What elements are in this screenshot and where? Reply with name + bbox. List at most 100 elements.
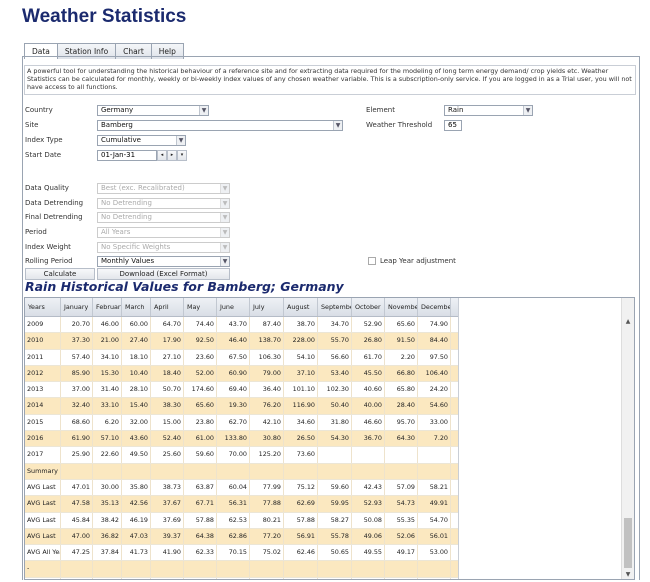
results-title: Rain Historical Values for Bamberg; Germ… [25, 279, 344, 294]
final-detrending-label: Final Detrending [25, 213, 83, 221]
value-cell: 56.60 [318, 349, 352, 365]
scroll-up-icon[interactable]: ▲ [622, 316, 634, 328]
period-select[interactable]: All Years ▼ [97, 227, 230, 238]
value-cell: 49.55 [352, 545, 385, 561]
value-cell: 77.20 [250, 528, 284, 545]
value-cell: 57.10 [93, 431, 122, 447]
date-picker-button[interactable]: ▾ [177, 150, 187, 161]
vertical-scrollbar[interactable]: ▲ ▼ [621, 298, 634, 579]
final-detrending-select[interactable]: No Detrending ▼ [97, 212, 230, 223]
value-cell: 62.69 [284, 496, 318, 512]
column-header[interactable]: Years [25, 298, 61, 316]
column-header[interactable]: November [385, 298, 418, 316]
value-cell: 57.88 [184, 512, 217, 528]
value-cell: 25.90 [61, 447, 93, 463]
value-cell: 38.73 [151, 479, 184, 496]
row-label-cell: Summary [25, 463, 61, 479]
scroll-down-icon[interactable]: ▼ [622, 569, 634, 579]
value-cell: 106.40 [418, 365, 451, 382]
value-cell: 61.65 [284, 577, 318, 579]
value-cell: 40.60 [352, 382, 385, 398]
data-quality-select[interactable]: Best (exc. Recalibrated) ▼ [97, 183, 230, 194]
value-cell: 38.70 [284, 317, 318, 333]
rolling-period-select[interactable]: Monthly Values ▼ [97, 256, 230, 267]
column-header[interactable]: May [184, 298, 217, 316]
value-cell: 80.21 [250, 512, 284, 528]
threshold-input[interactable]: 65 [444, 120, 462, 131]
row-label-cell: AVG Last [25, 496, 61, 512]
date-prev-button[interactable]: ◂ [157, 150, 167, 161]
value-cell: 50.08 [352, 512, 385, 528]
chevron-down-icon: ▼ [220, 199, 229, 208]
value-cell: 21.40 [318, 577, 352, 579]
value-cell [151, 463, 184, 479]
column-header[interactable]: February [93, 298, 122, 316]
index-type-select[interactable]: Cumulative ▼ [97, 135, 186, 146]
table-row: StDev Last20.7414.7120.4821.6146.3331.47… [25, 577, 458, 579]
data-detrending-select[interactable]: No Detrending ▼ [97, 198, 230, 209]
row-label-cell: 2015 [25, 414, 61, 431]
value-cell: 31.47 [217, 577, 250, 579]
value-cell [352, 561, 385, 577]
value-cell: 73.60 [284, 447, 318, 463]
value-cell: 74.90 [418, 317, 451, 333]
table-row: AVG Last 45.84 38.42 46.19 37.69 57.88 62.53 80… [25, 512, 458, 529]
value-cell: 68.60 [61, 414, 93, 431]
value-cell [250, 463, 284, 479]
column-header[interactable]: December [418, 298, 451, 316]
value-cell: 46.00 [93, 317, 122, 333]
value-cell: 25.60 [151, 447, 184, 463]
value-cell: 84.40 [418, 333, 451, 349]
value-cell: 18.40 [151, 365, 184, 382]
value-cell [61, 463, 93, 479]
value-cell: 20.74 [61, 577, 93, 579]
column-header[interactable]: August [284, 298, 318, 316]
value-cell: 15.00 [151, 414, 184, 431]
chevron-down-icon: ▼ [220, 213, 229, 222]
date-next-button[interactable]: ▸ [167, 150, 177, 161]
value-cell: 31.40 [93, 382, 122, 398]
scroll-thumb[interactable] [624, 518, 632, 568]
column-header[interactable]: March [122, 298, 151, 316]
value-cell: 53.40 [318, 365, 352, 382]
data-quality-value: Best (exc. Recalibrated) [101, 184, 185, 192]
value-cell: 65.80 [385, 382, 418, 398]
element-select[interactable]: Rain ▼ [444, 105, 533, 116]
column-header[interactable]: October [352, 298, 385, 316]
country-value: Germany [101, 106, 134, 114]
value-cell [385, 561, 418, 577]
value-cell: 59.60 [184, 447, 217, 463]
value-cell: 41.90 [151, 545, 184, 561]
column-header[interactable]: July [250, 298, 284, 316]
value-cell: 37.67 [151, 496, 184, 512]
value-cell [318, 447, 352, 463]
index-weight-select[interactable]: No Specific Weights ▼ [97, 242, 230, 253]
value-cell: 46.33 [184, 577, 217, 579]
row-label-cell: 2011 [25, 349, 61, 365]
value-cell: 32.35 [418, 577, 451, 579]
value-cell: 61.70 [352, 349, 385, 365]
page-title: Weather Statistics [22, 6, 187, 27]
value-cell: 6.20 [93, 414, 122, 431]
site-select[interactable]: Bamberg ▼ [97, 120, 343, 131]
chevron-down-icon: ▼ [220, 243, 229, 252]
row-label-cell: AVG Last [25, 528, 61, 545]
value-cell: 38.30 [151, 398, 184, 414]
table-row: 2013 37.00 31.40 28.10 50.70 174.60 69.40 36.40… [25, 382, 458, 399]
start-date-input[interactable]: 01-Jan-31 [97, 150, 157, 161]
value-cell [93, 561, 122, 577]
table-row: 2010 37.30 21.00 27.40 17.90 92.50 46.40 138.70… [25, 333, 458, 350]
chevron-down-icon: ▼ [176, 136, 185, 145]
site-value: Bamberg [101, 121, 133, 129]
value-cell [93, 463, 122, 479]
column-header[interactable]: April [151, 298, 184, 316]
column-header[interactable]: January [61, 298, 93, 316]
value-cell: 55.70 [318, 333, 352, 349]
country-select[interactable]: Germany ▼ [97, 105, 209, 116]
column-header[interactable]: September [318, 298, 352, 316]
row-label-cell: 2009 [25, 317, 61, 333]
column-header[interactable]: June [217, 298, 250, 316]
leap-year-checkbox[interactable] [368, 257, 376, 265]
value-cell: 29.77 [385, 577, 418, 579]
value-cell: 64.38 [184, 528, 217, 545]
